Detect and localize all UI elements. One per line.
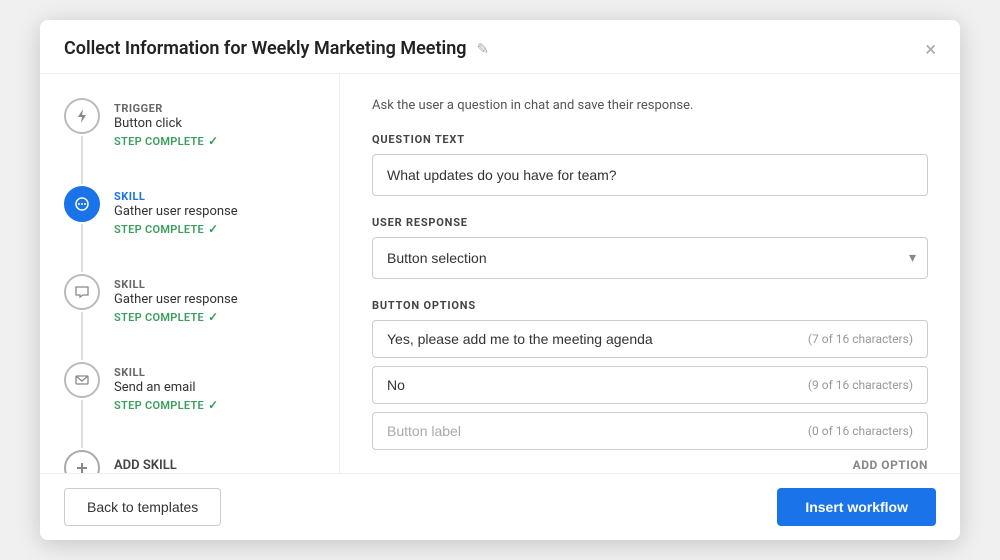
skill3-label: SKILL <box>114 366 218 379</box>
subtitle: Ask the user a question in chat and save… <box>372 98 928 113</box>
trigger-check-icon: ✓ <box>208 134 218 148</box>
button-options-section: BUTTON OPTIONS (7 of 16 characters) (9 o… <box>372 299 928 472</box>
button-option-placeholder-input[interactable] <box>387 423 798 439</box>
step-line-1 <box>81 136 83 184</box>
skill3-desc: Send an email <box>114 380 218 395</box>
button-option-placeholder: (0 of 16 characters) <box>372 412 928 450</box>
step-trigger: TRIGGER Button click STEP COMPLETE ✓ <box>64 98 339 186</box>
edit-icon[interactable]: ✎ <box>477 40 490 58</box>
add-skill-icon-circle[interactable] <box>64 450 100 473</box>
modal-footer: Back to templates Insert workflow <box>40 473 960 540</box>
skill1-check-icon: ✓ <box>208 222 218 236</box>
modal-title: Collect Information for Weekly Marketing… <box>64 38 467 59</box>
step-line-3 <box>81 312 83 360</box>
skill1-label: SKILL <box>114 190 238 203</box>
step-connector-trigger <box>64 98 100 186</box>
add-skill-item[interactable]: ADD SKILL <box>64 450 339 473</box>
skill2-info: SKILL Gather user response STEP COMPLETE… <box>114 274 238 336</box>
button-option-1-char-count: (7 of 16 characters) <box>808 332 913 346</box>
skill2-check-icon: ✓ <box>208 310 218 324</box>
plus-icon <box>74 460 90 473</box>
modal: Collect Information for Weekly Marketing… <box>40 20 960 540</box>
button-option-2-input[interactable] <box>387 377 798 393</box>
trigger-status-text: STEP COMPLETE <box>114 135 204 148</box>
step-line-2 <box>81 224 83 272</box>
button-option-2-char-count: (9 of 16 characters) <box>808 378 913 392</box>
skill1-info: SKILL Gather user response STEP COMPLETE… <box>114 186 238 248</box>
chat-active-icon <box>74 196 90 212</box>
skill3-check-icon: ✓ <box>208 398 218 412</box>
step-connector-skill1 <box>64 186 100 274</box>
step-line-4 <box>81 400 83 448</box>
trigger-status: STEP COMPLETE ✓ <box>114 134 218 148</box>
trigger-icon-circle <box>64 98 100 134</box>
user-response-section: USER RESPONSE Button selection ▾ <box>372 216 928 279</box>
modal-body: TRIGGER Button click STEP COMPLETE ✓ <box>40 74 960 473</box>
skill1-icon-circle[interactable] <box>64 186 100 222</box>
skill3-status-text: STEP COMPLETE <box>114 399 204 412</box>
button-option-placeholder-char-count: (0 of 16 characters) <box>808 424 913 438</box>
close-icon[interactable]: × <box>925 39 936 59</box>
sidebar: TRIGGER Button click STEP COMPLETE ✓ <box>40 74 340 473</box>
modal-title-row: Collect Information for Weekly Marketing… <box>64 38 489 59</box>
response-select[interactable]: Button selection <box>372 237 928 279</box>
skill2-label: SKILL <box>114 278 238 291</box>
bolt-icon <box>74 108 90 124</box>
trigger-info: TRIGGER Button click STEP COMPLETE ✓ <box>114 98 218 160</box>
skill2-status-text: STEP COMPLETE <box>114 311 204 324</box>
skill1-desc: Gather user response <box>114 204 238 219</box>
back-to-templates-button[interactable]: Back to templates <box>64 488 221 526</box>
button-option-1-input[interactable] <box>387 331 798 347</box>
button-option-1: (7 of 16 characters) <box>372 320 928 358</box>
button-options-label: BUTTON OPTIONS <box>372 299 928 312</box>
button-option-2: (9 of 16 characters) <box>372 366 928 404</box>
step-connector-skill3 <box>64 362 100 450</box>
skill3-icon-circle[interactable] <box>64 362 100 398</box>
skill2-status: STEP COMPLETE ✓ <box>114 310 238 324</box>
step-skill-3: SKILL Send an email STEP COMPLETE ✓ <box>64 362 339 450</box>
chat-icon <box>74 284 90 300</box>
skill2-desc: Gather user response <box>114 292 238 307</box>
main-content: Ask the user a question in chat and save… <box>340 74 960 473</box>
question-text-label: QUESTION TEXT <box>372 133 928 146</box>
step-connector-skill2 <box>64 274 100 362</box>
add-option-button[interactable]: ADD OPTION <box>372 458 928 472</box>
email-icon <box>74 372 90 388</box>
skill2-icon-circle[interactable] <box>64 274 100 310</box>
skill3-info: SKILL Send an email STEP COMPLETE ✓ <box>114 362 218 424</box>
add-skill-label[interactable]: ADD SKILL <box>114 450 177 473</box>
insert-workflow-button[interactable]: Insert workflow <box>777 488 936 526</box>
response-select-wrapper: Button selection ▾ <box>372 237 928 279</box>
skill1-status: STEP COMPLETE ✓ <box>114 222 238 236</box>
step-skill-2: SKILL Gather user response STEP COMPLETE… <box>64 274 339 362</box>
modal-header: Collect Information for Weekly Marketing… <box>40 20 960 74</box>
skill1-status-text: STEP COMPLETE <box>114 223 204 236</box>
skill3-status: STEP COMPLETE ✓ <box>114 398 218 412</box>
user-response-label: USER RESPONSE <box>372 216 928 229</box>
step-connector-add <box>64 450 100 473</box>
step-skill-1: SKILL Gather user response STEP COMPLETE… <box>64 186 339 274</box>
question-text-input[interactable] <box>372 154 928 196</box>
question-text-section: QUESTION TEXT <box>372 133 928 196</box>
trigger-desc: Button click <box>114 116 218 131</box>
trigger-label: TRIGGER <box>114 102 218 115</box>
